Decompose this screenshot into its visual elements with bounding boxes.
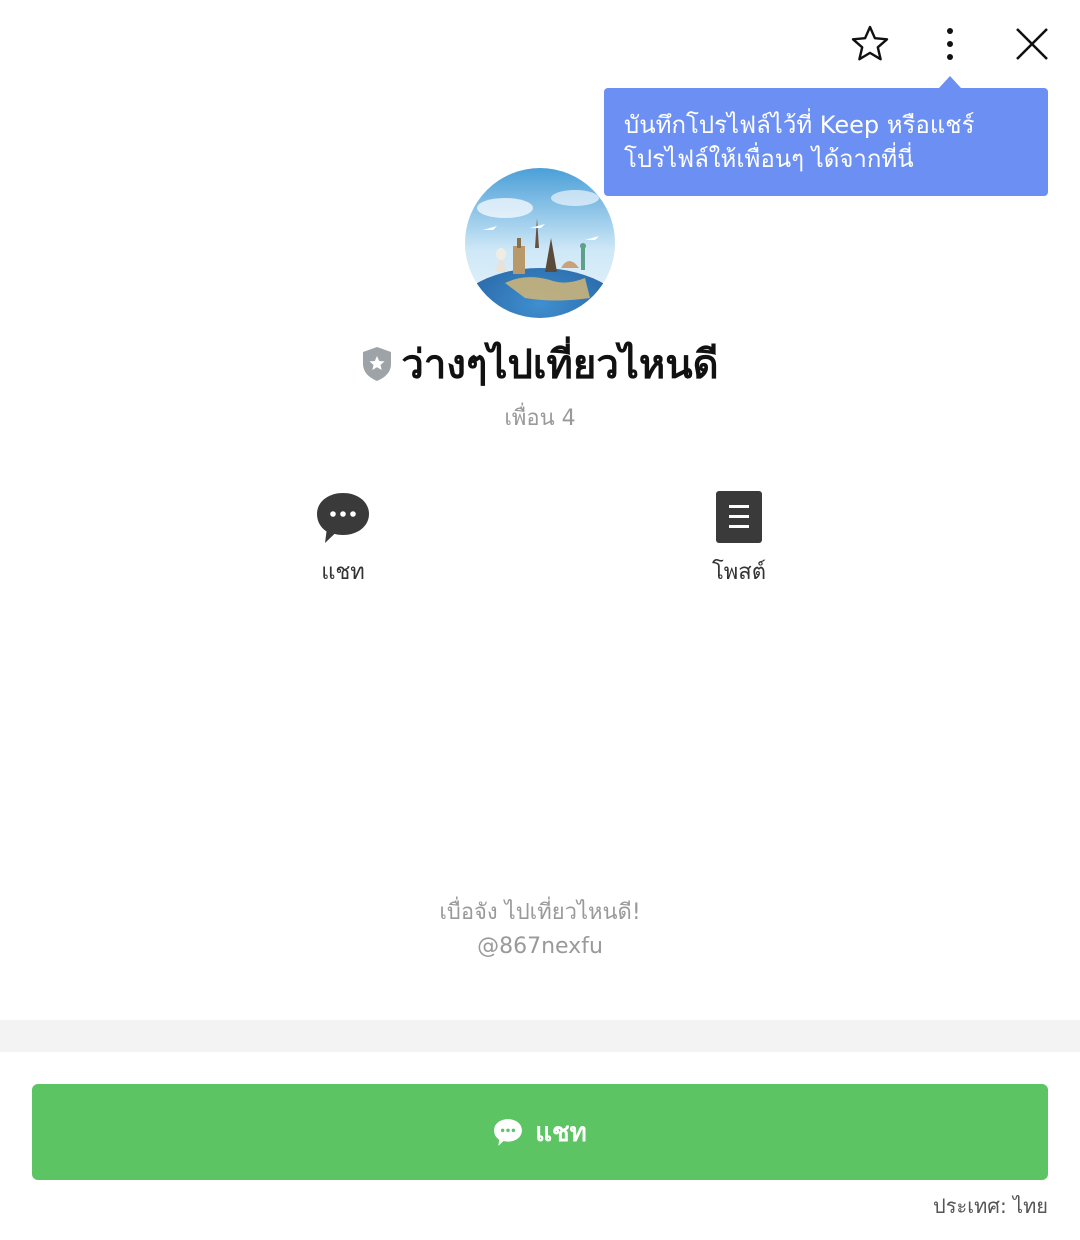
section-divider xyxy=(0,1020,1080,1052)
profile-name: ว่างๆไปเที่ยวไหนดี xyxy=(401,342,719,388)
share-keep-tooltip[interactable]: บันทึกโปรไฟล์ไว้ที่ Keep หรือแชร์ โปรไฟล… xyxy=(604,88,1048,196)
more-options-button[interactable] xyxy=(928,22,972,66)
country-label: ประเทศ: ไทย xyxy=(933,1194,1048,1218)
status-message: เบื่อจัง ไปเที่ยวไหนดี! xyxy=(439,900,641,925)
profile-name-row: ว่างๆไปเที่ยวไหนดี xyxy=(0,334,1080,394)
star-icon xyxy=(851,25,889,61)
line-id: @867nexfu xyxy=(477,934,603,959)
more-vertical-icon xyxy=(947,28,953,60)
chat-bubble-icon xyxy=(494,1119,523,1146)
chat-bubble-icon xyxy=(317,493,369,543)
chat-button-label: แชท xyxy=(535,1117,587,1148)
official-shield-icon xyxy=(363,347,392,381)
profile-avatar[interactable] xyxy=(465,168,615,318)
post-document-icon xyxy=(716,491,762,543)
chat-action-label: แชท xyxy=(321,560,365,585)
tooltip-line-2: โปรไฟล์ให้เพื่อนๆ ได้จากที่นี่ xyxy=(624,145,914,173)
tooltip-line-1: บันทึกโปรไฟล์ไว้ที่ Keep หรือแชร์ xyxy=(624,111,975,139)
close-button[interactable] xyxy=(1010,22,1054,66)
post-action-button[interactable]: โพสต์ xyxy=(679,488,799,589)
chat-action-button[interactable]: แชท xyxy=(283,488,403,589)
favorite-star-button[interactable] xyxy=(848,22,892,66)
chat-button[interactable]: แชท xyxy=(32,1084,1048,1180)
friends-count[interactable]: เพื่อน 4 xyxy=(0,400,1080,435)
close-icon xyxy=(1016,28,1048,60)
tooltip-arrow xyxy=(939,76,961,88)
post-action-label: โพสต์ xyxy=(711,560,767,585)
